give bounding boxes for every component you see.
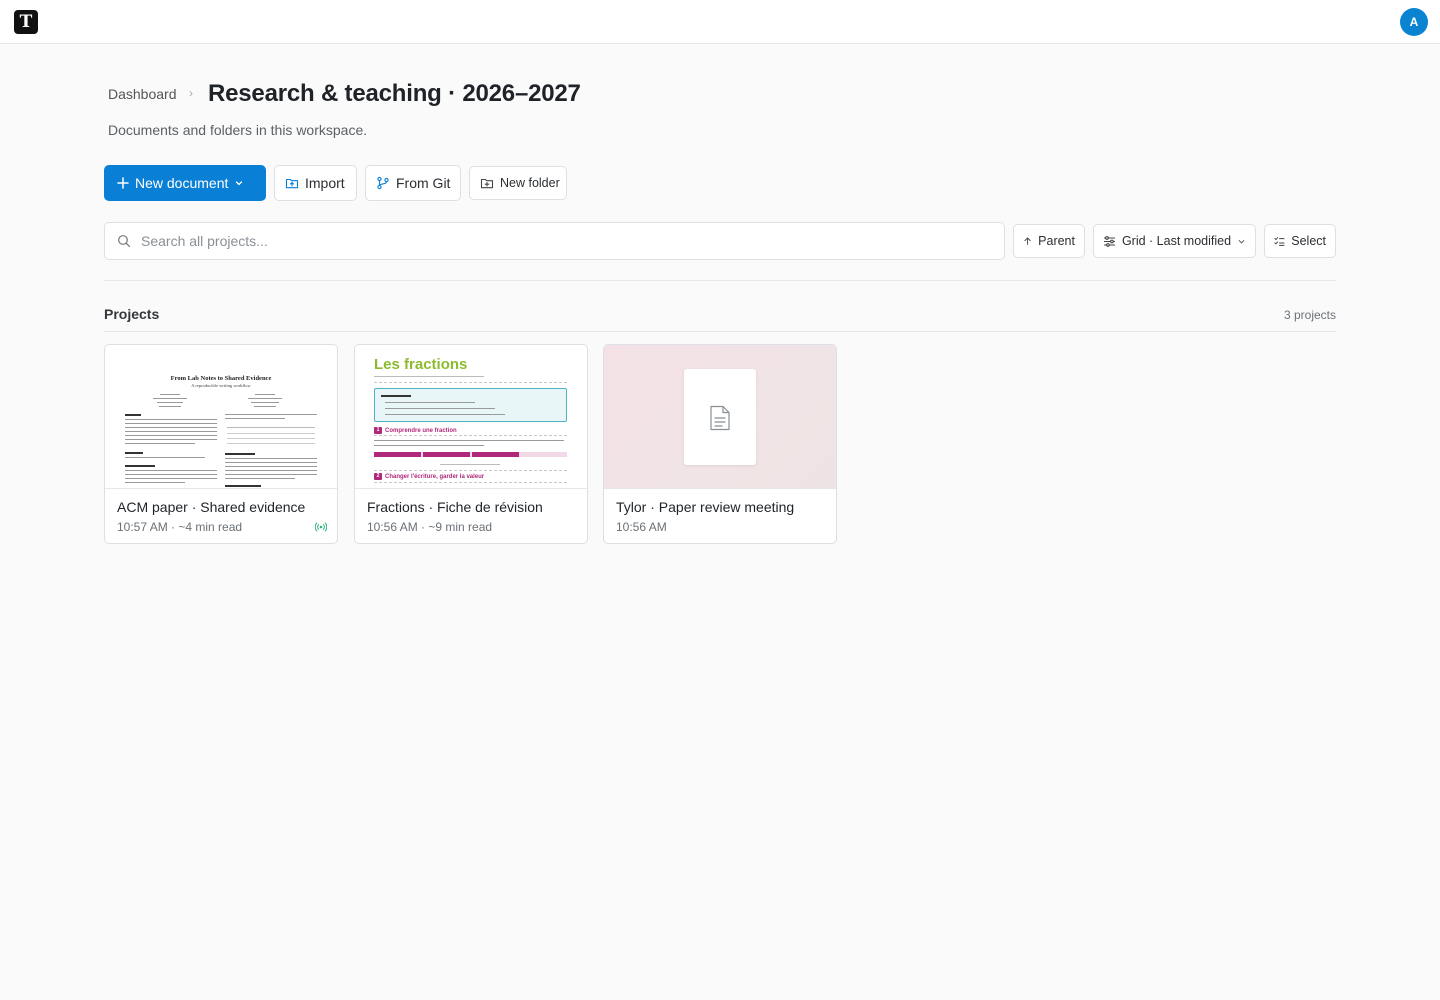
- breadcrumb-separator: ›: [189, 86, 193, 100]
- from-git-label: From Git: [396, 175, 451, 191]
- project-meta: 10:56 AM · ~9 min read: [367, 520, 493, 534]
- folder-import-icon: [285, 178, 299, 189]
- project-thumbnail: From Lab Notes to Shared Evidence A repr…: [105, 345, 337, 489]
- new-document-label: New document: [135, 175, 229, 191]
- projects-divider: [104, 331, 1336, 332]
- from-git-button[interactable]: From Git: [365, 165, 461, 201]
- live-sync-icon: [315, 522, 327, 532]
- thumbnail-section-number: 1: [374, 427, 382, 434]
- view-sort-dropdown[interactable]: Grid · Last modified: [1093, 224, 1256, 258]
- plus-icon: [117, 177, 129, 189]
- breadcrumb-dashboard-link[interactable]: Dashboard: [108, 86, 177, 102]
- thumbnail-section-2-title: Changer l'écriture, garder la valeur: [385, 473, 485, 480]
- search-icon: [118, 235, 131, 248]
- new-document-button[interactable]: New document: [104, 165, 266, 201]
- chevron-down-icon: [236, 181, 243, 186]
- thumbnail-fractions-title: Les fractions: [374, 356, 468, 373]
- thumbnail-section-1-title: Comprendre une fraction: [385, 427, 457, 434]
- top-bar: T A: [0, 0, 1440, 44]
- thumbnail-goal-box: [374, 388, 567, 422]
- checklist-icon: [1274, 236, 1285, 246]
- project-card-fractions[interactable]: Les fractions 1 Comprendre une fraction …: [354, 344, 588, 544]
- new-folder-label: New folder: [500, 176, 560, 190]
- project-title: Tylor · Paper review meeting: [616, 499, 795, 515]
- chevron-down-icon: [1238, 239, 1245, 244]
- search-input[interactable]: [141, 223, 991, 259]
- import-label: Import: [305, 175, 345, 191]
- sliders-icon: [1103, 235, 1115, 247]
- view-sort-label: Grid · Last modified: [1121, 234, 1232, 248]
- project-thumbnail: Les fractions 1 Comprendre une fraction …: [355, 345, 587, 489]
- parent-label: Parent: [1038, 234, 1075, 248]
- select-button[interactable]: Select: [1264, 224, 1336, 258]
- select-label: Select: [1291, 234, 1326, 248]
- project-meta: 10:56 AM: [616, 520, 667, 534]
- new-folder-button[interactable]: New folder: [469, 166, 567, 200]
- thumbnail-fraction-bar: [374, 452, 567, 457]
- thumbnail-section-number: 2: [374, 473, 382, 480]
- document-icon: [710, 405, 730, 431]
- user-avatar[interactable]: A: [1400, 8, 1428, 36]
- thumbnail-paper-subtitle: A reproducible writing workflow: [191, 383, 251, 388]
- git-branch-icon: [377, 176, 389, 190]
- document-placeholder: [684, 369, 756, 465]
- import-button[interactable]: Import: [274, 165, 357, 201]
- thumbnail-paper-title: From Lab Notes to Shared Evidence: [170, 375, 272, 382]
- app-logo[interactable]: T: [14, 10, 38, 34]
- projects-heading: Projects: [104, 306, 160, 322]
- search-box: [104, 222, 1005, 260]
- project-title: ACM paper · Shared evidence: [117, 499, 306, 515]
- project-card-tylor[interactable]: Tylor · Paper review meeting 10:56 AM: [603, 344, 837, 544]
- arrow-up-icon: [1024, 237, 1031, 245]
- project-thumbnail: [604, 345, 836, 489]
- page-subtitle: Documents and folders in this workspace.: [108, 122, 368, 138]
- projects-count: 3 projects: [1283, 308, 1336, 322]
- folder-plus-icon: [480, 178, 494, 189]
- project-meta: 10:57 AM · ~4 min read: [117, 520, 243, 534]
- toolbar-divider: [104, 280, 1336, 281]
- parent-button[interactable]: Parent: [1013, 224, 1085, 258]
- project-title: Fractions · Fiche de révision: [367, 499, 543, 515]
- project-card-acm-paper[interactable]: From Lab Notes to Shared Evidence A repr…: [104, 344, 338, 544]
- page-title: Research & teaching · 2026–2027: [208, 80, 581, 107]
